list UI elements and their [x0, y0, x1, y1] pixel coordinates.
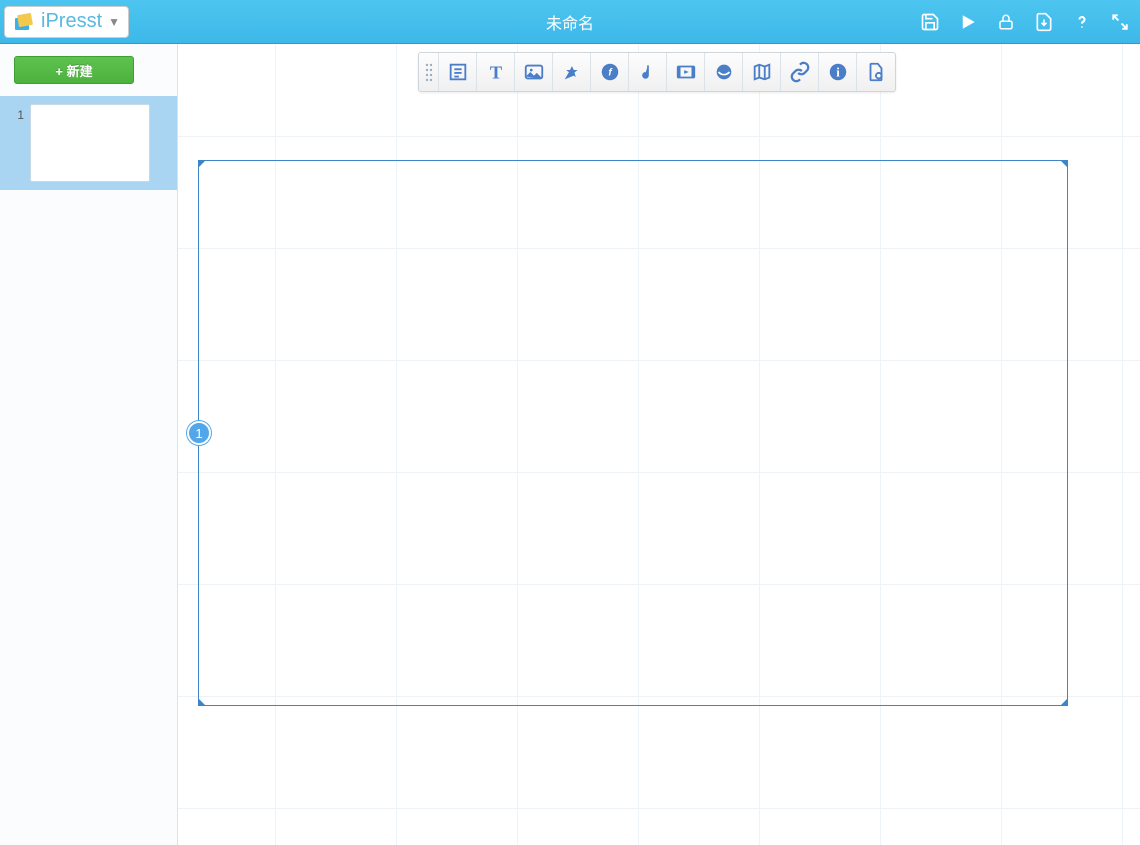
canvas[interactable]: T f e — [178, 44, 1140, 845]
fullscreen-icon[interactable] — [1108, 10, 1132, 34]
slide-number: 1 — [8, 108, 24, 122]
save-icon[interactable] — [918, 10, 942, 34]
corner-marker-icon — [1060, 160, 1068, 168]
slide-index-badge[interactable]: 1 — [187, 421, 211, 445]
svg-text:e: e — [721, 65, 726, 75]
web-tool-icon[interactable]: e — [705, 53, 743, 91]
brand-logo-icon — [9, 8, 37, 36]
info-tool-icon[interactable]: i — [819, 53, 857, 91]
page-settings-tool-icon[interactable] — [857, 53, 895, 91]
slides-sidebar: + 新建 1 — [0, 44, 178, 845]
slide-thumbnail[interactable] — [30, 104, 150, 182]
map-tool-icon[interactable] — [743, 53, 781, 91]
textbox-tool-icon[interactable] — [439, 53, 477, 91]
link-tool-icon[interactable] — [781, 53, 819, 91]
insert-toolbar: T f e — [418, 52, 896, 92]
lock-icon[interactable] — [994, 10, 1018, 34]
audio-tool-icon[interactable] — [629, 53, 667, 91]
slide-frame[interactable]: 1 — [198, 160, 1068, 706]
image-tool-icon[interactable] — [515, 53, 553, 91]
header-actions — [918, 10, 1132, 34]
slide-thumb-row[interactable]: 1 — [0, 96, 177, 190]
video-tool-icon[interactable] — [667, 53, 705, 91]
flash-tool-icon[interactable]: f — [591, 53, 629, 91]
help-icon[interactable] — [1070, 10, 1094, 34]
corner-marker-icon — [198, 160, 206, 168]
corner-marker-icon — [198, 698, 206, 706]
text-tool-icon[interactable]: T — [477, 53, 515, 91]
export-icon[interactable] — [1032, 10, 1056, 34]
brand-menu[interactable]: iPresst ▼ — [4, 6, 129, 38]
new-slide-label: + 新建 — [55, 61, 92, 80]
main-area: + 新建 1 ◀ T — [0, 44, 1140, 845]
new-slide-button[interactable]: + 新建 — [14, 56, 134, 84]
document-title[interactable]: 未命名 — [546, 10, 594, 34]
new-slide-row: + 新建 — [0, 44, 177, 96]
svg-text:i: i — [836, 66, 840, 80]
shape-tool-icon[interactable] — [553, 53, 591, 91]
brand-name: iPresst — [41, 10, 102, 33]
app-header: iPresst ▼ 未命名 — [0, 0, 1140, 44]
chevron-down-icon: ▼ — [108, 15, 120, 29]
corner-marker-icon — [1060, 698, 1068, 706]
svg-text:T: T — [489, 62, 501, 82]
drag-handle-icon[interactable] — [419, 53, 439, 91]
play-icon[interactable] — [956, 10, 980, 34]
